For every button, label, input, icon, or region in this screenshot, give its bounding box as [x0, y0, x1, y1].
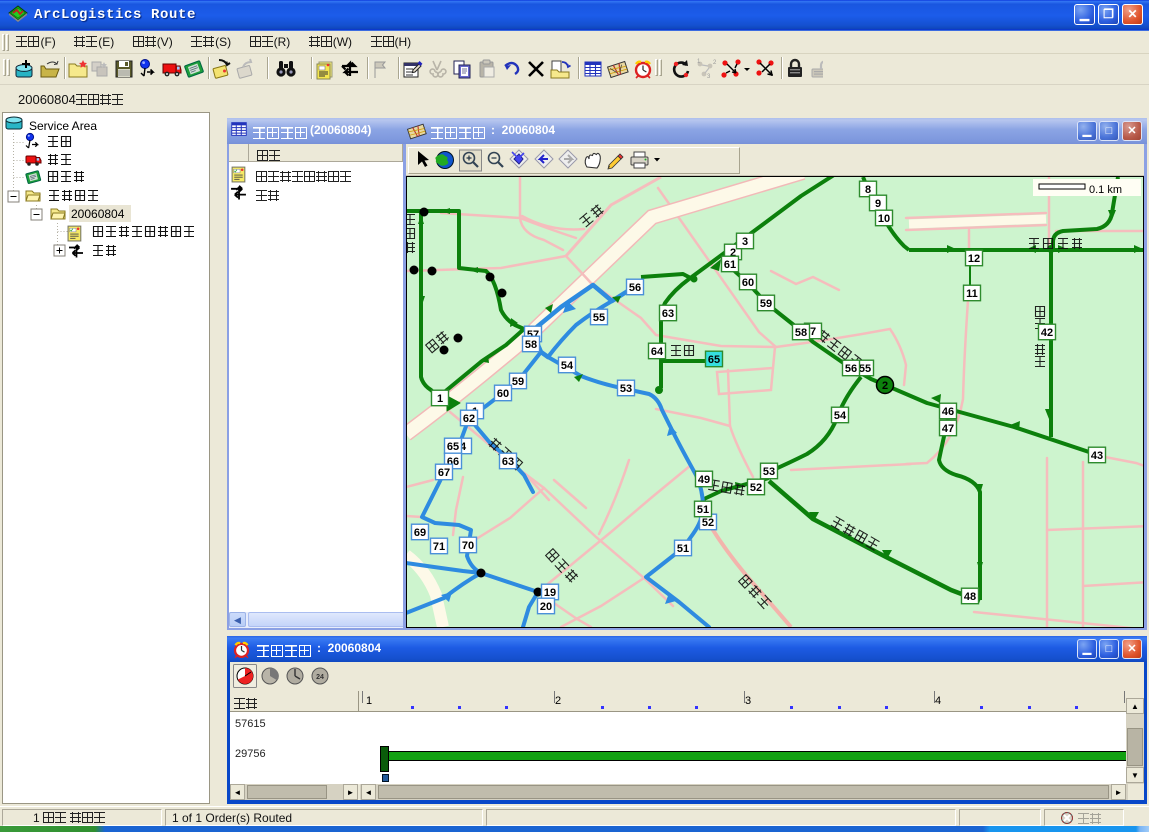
svg-text:63: 63	[502, 456, 514, 468]
svg-text:59: 59	[512, 376, 524, 388]
svg-text:67: 67	[438, 467, 450, 479]
svg-text:7: 7	[810, 326, 816, 338]
svg-text:71: 71	[433, 541, 445, 553]
svg-text:42: 42	[1041, 327, 1053, 339]
svg-text:43: 43	[1091, 450, 1103, 462]
svg-text:62: 62	[463, 413, 475, 425]
svg-text:56: 56	[845, 363, 857, 375]
svg-text:20: 20	[540, 601, 552, 613]
svg-text:46: 46	[942, 406, 954, 418]
svg-text:10: 10	[878, 213, 890, 225]
svg-text:Service Area: Service Area	[29, 119, 97, 133]
svg-text:65: 65	[447, 441, 459, 453]
svg-text:69: 69	[414, 527, 426, 539]
svg-text:3: 3	[742, 236, 748, 248]
svg-text:54: 54	[834, 410, 847, 422]
svg-text:54: 54	[561, 360, 574, 372]
svg-text:56: 56	[629, 282, 641, 294]
svg-text:60: 60	[742, 277, 754, 289]
svg-text:53: 53	[620, 383, 632, 395]
svg-text:9: 9	[875, 198, 881, 210]
svg-text:12: 12	[968, 253, 980, 265]
svg-text:51: 51	[677, 543, 689, 555]
svg-text:55: 55	[859, 363, 871, 375]
svg-text:51: 51	[697, 504, 709, 516]
svg-text:48: 48	[964, 591, 976, 603]
svg-text:61: 61	[724, 259, 736, 271]
svg-text:47: 47	[942, 423, 954, 435]
svg-text:65: 65	[708, 354, 720, 366]
svg-text:1: 1	[437, 393, 443, 405]
svg-text:49: 49	[698, 474, 710, 486]
svg-text:8: 8	[865, 184, 871, 196]
svg-text:59: 59	[760, 298, 772, 310]
svg-text:2: 2	[882, 380, 888, 392]
svg-text:52: 52	[702, 517, 714, 529]
svg-text:0.1 km: 0.1 km	[1089, 184, 1122, 196]
svg-text:64: 64	[651, 346, 664, 358]
svg-text:11: 11	[966, 288, 978, 300]
svg-text:20060804: 20060804	[71, 207, 125, 221]
svg-text:19: 19	[544, 587, 556, 599]
svg-text:60: 60	[497, 388, 509, 400]
svg-text:3: 3	[707, 74, 711, 80]
svg-text:24: 24	[316, 674, 324, 681]
svg-text:55: 55	[593, 312, 605, 324]
svg-text:52: 52	[750, 482, 762, 494]
svg-text:58: 58	[795, 327, 807, 339]
svg-text:70: 70	[462, 540, 474, 552]
svg-text:63: 63	[662, 308, 674, 320]
svg-text:58: 58	[525, 339, 537, 351]
svg-text:53: 53	[763, 466, 775, 478]
svg-text:2: 2	[713, 60, 717, 66]
